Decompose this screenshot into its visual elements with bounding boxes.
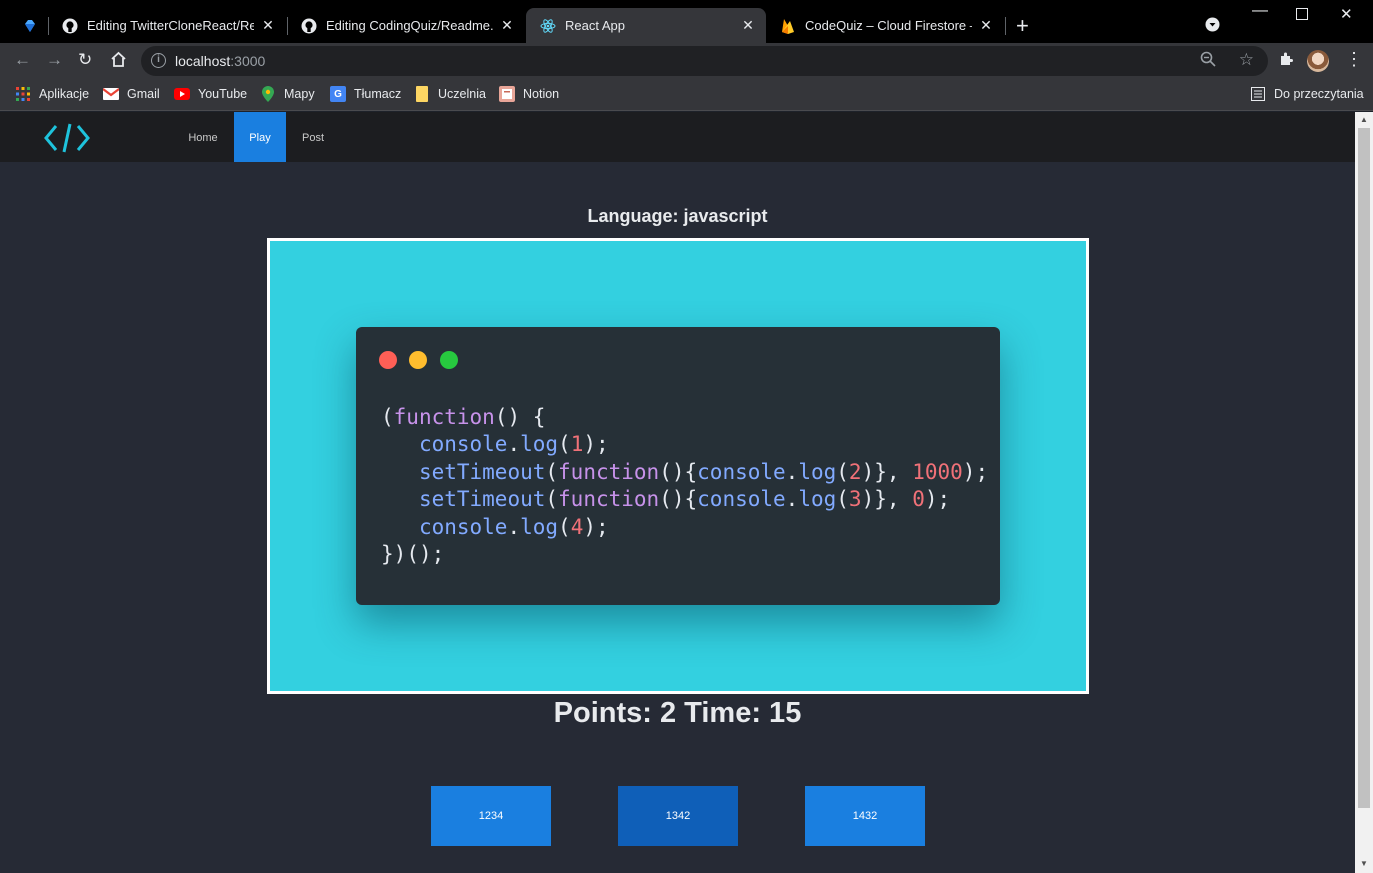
browser-toolbar: ← → ↻ i localhost:3000 ☆ ⋮ (0, 43, 1373, 79)
home-icon[interactable] (110, 51, 127, 73)
scroll-up-icon[interactable]: ▲ (1360, 115, 1368, 124)
tab-pinned[interactable] (12, 8, 46, 43)
bookmark-star-icon[interactable]: ☆ (1239, 50, 1254, 70)
bookmark-label: Tłumacz (354, 87, 402, 101)
gem-icon (22, 18, 38, 34)
close-icon[interactable]: ✕ (740, 17, 756, 34)
nav-home[interactable]: Home (177, 112, 229, 162)
reading-list-label: Do przeczytania (1274, 87, 1364, 101)
bookmark-label: Uczelnia (438, 87, 486, 101)
reading-list[interactable]: Do przeczytania (1250, 86, 1364, 102)
code-line: })(); (381, 542, 445, 567)
nav-play[interactable]: Play (234, 112, 286, 162)
yellow-dot-icon (409, 351, 427, 369)
forward-icon[interactable]: → (46, 50, 63, 70)
tab-title: CodeQuiz – Cloud Firestore – Fire (805, 18, 972, 33)
profile-avatar[interactable] (1307, 50, 1329, 72)
score-time-display: Points: 2 Time: 15 (553, 697, 802, 729)
browser-tab-bar: Editing TwitterCloneReact/Readm ✕ Editin… (0, 0, 1373, 43)
nav-post[interactable]: Post (288, 112, 338, 162)
reading-list-icon (1250, 86, 1266, 102)
code-image-frame: (function() { console.log(1); setTimeout… (267, 238, 1089, 694)
reload-icon[interactable]: ↻ (78, 50, 92, 70)
bookmark-tlumacz[interactable]: G Tłumacz (330, 86, 401, 102)
firebase-icon (780, 18, 796, 34)
close-icon[interactable]: ✕ (499, 17, 515, 34)
bookmark-youtube[interactable]: YouTube (174, 86, 247, 102)
menu-kebab-icon[interactable]: ⋮ (1345, 49, 1363, 70)
scroll-down-icon[interactable]: ▼ (1360, 859, 1368, 868)
answer-button-2[interactable]: 1342 (618, 786, 738, 846)
bookmark-label: Mapy (284, 87, 315, 101)
bookmark-label: Notion (523, 87, 560, 101)
extensions-icon[interactable] (1278, 51, 1294, 72)
translate-icon: G (330, 86, 346, 102)
address-bar[interactable]: i localhost:3000 ☆ (141, 46, 1268, 76)
language-label: Language: javascript (587, 206, 768, 226)
code-snippet: (function() { console.log(1); setTimeout… (381, 404, 988, 568)
maps-icon (260, 86, 276, 102)
close-icon[interactable]: ✕ (978, 17, 994, 34)
green-dot-icon (440, 351, 458, 369)
youtube-icon (174, 86, 190, 102)
github-icon (301, 18, 317, 34)
code-line: setTimeout(function(){console.log(2)}, 1… (418, 459, 989, 484)
tab-firestore[interactable]: CodeQuiz – Cloud Firestore – Fire ✕ (766, 8, 1004, 43)
bookmark-mapy[interactable]: Mapy (260, 86, 315, 102)
answer-button-1[interactable]: 1234 (431, 786, 551, 846)
bookmark-label: Aplikacje (39, 87, 90, 101)
gmail-icon (103, 86, 119, 102)
back-icon[interactable]: ← (14, 50, 31, 70)
bookmarks-bar: Aplikacje Gmail YouTube Mapy G Tłumacz U… (0, 79, 1373, 111)
scrollbar-thumb[interactable] (1358, 128, 1370, 808)
bookmark-uczelnia[interactable]: Uczelnia (414, 86, 486, 102)
tab-title: Editing TwitterCloneReact/Readm (87, 18, 254, 33)
bookmark-gmail[interactable]: Gmail (103, 86, 160, 102)
tab-react-app[interactable]: React App ✕ (526, 8, 766, 43)
page-scrollbar[interactable]: ▲ ▼ (1355, 112, 1373, 873)
app-navbar: Home Play Post (0, 112, 1355, 162)
folder-icon (414, 86, 430, 102)
tab-codingquiz[interactable]: Editing CodingQuiz/Readme.md ✕ (287, 8, 525, 43)
code-line: (function() { (381, 405, 546, 429)
tab-twitterclone[interactable]: Editing TwitterCloneReact/Readm ✕ (48, 8, 286, 43)
red-dot-icon (379, 351, 397, 369)
bookmark-label: Gmail (127, 87, 160, 101)
apps-grid-icon (15, 86, 31, 102)
tab-title: React App (565, 18, 625, 33)
tab-title: Editing CodingQuiz/Readme.md (326, 18, 493, 33)
code-line: console.log(4); (418, 514, 609, 539)
tab-search-icon[interactable] (1205, 17, 1220, 35)
answer-button-3[interactable]: 1432 (805, 786, 925, 846)
close-window-icon[interactable]: ✕ (1340, 5, 1353, 23)
code-line: setTimeout(function(){console.log(3)}, 0… (418, 487, 951, 512)
new-tab-button[interactable]: + (1016, 15, 1029, 37)
site-info-icon[interactable]: i (151, 53, 166, 68)
bookmark-aplikacje[interactable]: Aplikacje (15, 86, 89, 102)
code-logo-icon[interactable] (44, 122, 90, 154)
url-text: localhost:3000 (175, 53, 266, 69)
page-viewport: Home Play Post Language: javascript (fun… (0, 112, 1355, 873)
maximize-icon[interactable] (1296, 7, 1308, 23)
close-icon[interactable]: ✕ (260, 17, 276, 34)
bookmark-label: YouTube (198, 87, 248, 101)
code-line: console.log(1); (418, 432, 609, 457)
github-icon (62, 18, 78, 34)
minimize-icon[interactable]: — (1252, 2, 1268, 20)
bookmark-notion[interactable]: Notion (499, 86, 559, 102)
notion-icon (499, 86, 515, 102)
react-icon (540, 18, 556, 34)
zoom-icon[interactable] (1200, 51, 1216, 72)
code-window: (function() { console.log(1); setTimeout… (356, 327, 1000, 605)
